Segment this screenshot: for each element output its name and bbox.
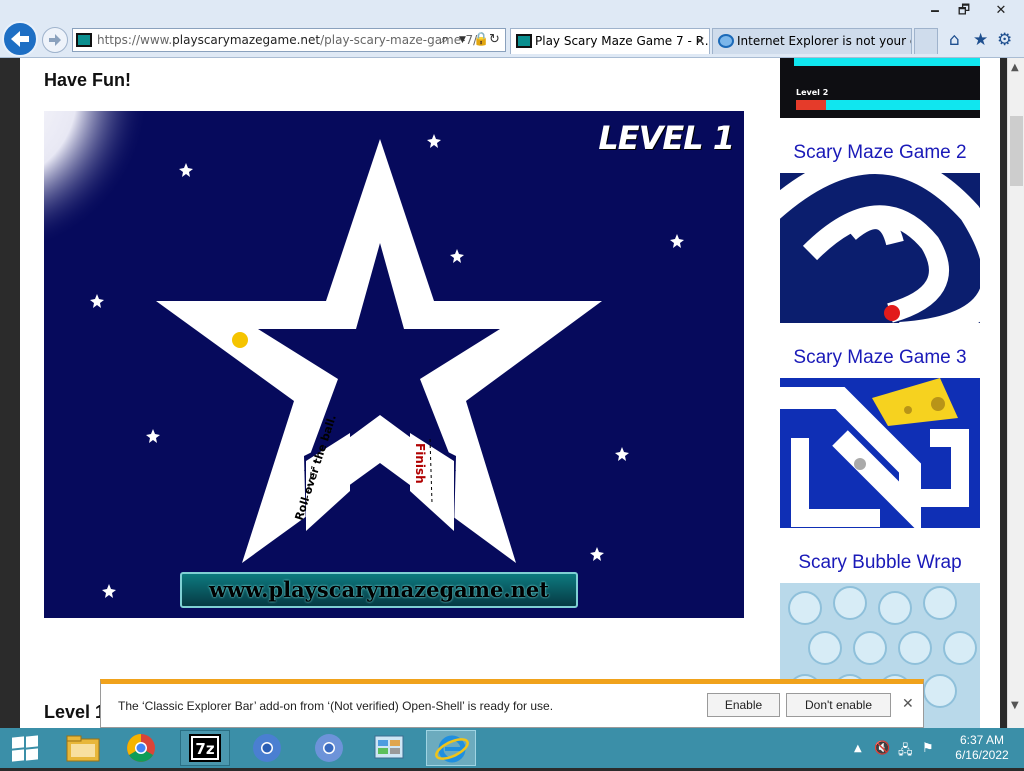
- svg-text:7z: 7z: [195, 740, 214, 758]
- favorites-star-icon[interactable]: ★: [973, 30, 988, 50]
- taskbar-file-explorer[interactable]: [58, 730, 108, 766]
- game-canvas[interactable]: Roll over the ball. Finish LEVEL 1 www.p…: [44, 111, 744, 618]
- home-icon[interactable]: ⌂: [949, 30, 960, 50]
- page-content: Have Fun! Roll over the ball. Finish LEV…: [20, 58, 1000, 728]
- thumbnail-scary-maze-game-3[interactable]: [780, 378, 980, 528]
- tab-label: Internet Explorer is not your de...: [737, 34, 911, 48]
- taskbar: 7z ▲ 🔇 🖧 ⚑ 6:37 AM 6/16/2022: [0, 728, 1024, 768]
- gear-icon[interactable]: ⚙: [997, 30, 1012, 50]
- arrow-left-icon: [11, 31, 29, 47]
- address-bar[interactable]: https://www.playscarymazegame.net/play-s…: [72, 28, 506, 52]
- clock-date: 6/16/2022: [955, 748, 1009, 762]
- notification-message: The ‘Classic Explorer Bar’ add-on from ‘…: [118, 699, 554, 713]
- back-button[interactable]: [2, 21, 38, 57]
- control-panel-icon: [374, 735, 404, 759]
- ie-favicon-icon: [718, 34, 734, 48]
- tab-ie-default[interactable]: Internet Explorer is not your de...: [712, 28, 912, 54]
- windows-logo-icon: [12, 736, 24, 749]
- tab-label: Play Scary Maze Game 7 - P...: [535, 34, 710, 48]
- level-label: LEVEL 1: [598, 119, 735, 157]
- enable-button[interactable]: Enable: [707, 693, 780, 717]
- chromium-icon: [253, 734, 281, 762]
- close-tab-icon[interactable]: ✕: [695, 29, 705, 53]
- thumbnail-scary-maze-game[interactable]: Level 2: [780, 58, 980, 118]
- finish-text: Finish: [413, 443, 427, 484]
- new-tab-button[interactable]: [914, 28, 938, 54]
- scroll-thumb[interactable]: [1010, 116, 1023, 186]
- volume-muted-icon[interactable]: 🔇: [874, 741, 890, 756]
- refresh-icon[interactable]: ↻: [489, 32, 500, 47]
- thumbnail-scary-maze-game-2[interactable]: [780, 173, 980, 323]
- page-scrollbar[interactable]: ▲ ▼: [1007, 58, 1024, 728]
- internet-explorer-icon: [435, 735, 469, 763]
- lock-icon[interactable]: 🔒: [473, 32, 489, 47]
- player-ball[interactable]: [232, 332, 248, 348]
- 7zip-icon: 7z: [189, 734, 221, 762]
- game-scene: Roll over the ball. Finish: [44, 111, 684, 598]
- link-scary-maze-game-3[interactable]: Scary Maze Game 3: [780, 347, 980, 369]
- scroll-down-icon[interactable]: ▼: [1011, 700, 1019, 711]
- sidebar: Level 2 Scary Maze Game 2 Scary Maze Gam…: [780, 58, 980, 728]
- taskbar-7zip[interactable]: 7z: [180, 730, 230, 766]
- folder-icon: [66, 735, 100, 762]
- addon-notification-bar: The ‘Classic Explorer Bar’ add-on from ‘…: [100, 679, 924, 728]
- action-center-flag-icon[interactable]: ⚑: [922, 741, 934, 756]
- link-scary-bubble-wrap[interactable]: Scary Bubble Wrap: [780, 552, 980, 574]
- chevron-down-icon[interactable]: ▼: [459, 35, 466, 45]
- site-banner[interactable]: www.playscarymazegame.net: [180, 572, 578, 608]
- taskbar-chromium[interactable]: [242, 730, 292, 766]
- dont-enable-button[interactable]: Don't enable: [786, 693, 891, 717]
- chrome-icon: [127, 734, 155, 762]
- moon: [44, 111, 149, 256]
- tab-scary-maze-game[interactable]: Play Scary Maze Game 7 - P... ✕: [510, 28, 710, 54]
- link-scary-maze-game-2[interactable]: Scary Maze Game 2: [780, 142, 980, 164]
- site-favicon-icon: [76, 33, 92, 47]
- thumbnail-label: Level 2: [796, 88, 829, 97]
- scroll-up-icon[interactable]: ▲: [1011, 62, 1019, 73]
- page-heading: Have Fun!: [44, 70, 132, 90]
- url-text[interactable]: https://www.playscarymazegame.net/play-s…: [97, 33, 477, 47]
- arrow-right-icon: [49, 34, 61, 46]
- start-button[interactable]: [4, 732, 44, 764]
- browser-chrome: 🗕 🗗 ✕ https://www.playscarymazegame.net/…: [0, 0, 1024, 58]
- forward-button[interactable]: [42, 27, 68, 53]
- site-favicon-icon: [516, 34, 532, 48]
- taskbar-chrome[interactable]: [116, 730, 166, 766]
- search-icon[interactable]: ⌕: [441, 32, 448, 47]
- clock-time: 6:37 AM: [959, 733, 1005, 747]
- show-hidden-icons-icon[interactable]: ▲: [854, 743, 862, 754]
- taskbar-chromium-2[interactable]: [304, 730, 354, 766]
- close-window-button[interactable]: ✕: [978, 0, 1024, 22]
- chromium-icon: [315, 734, 343, 762]
- page-viewport: Have Fun! Roll over the ball. Finish LEV…: [0, 58, 1007, 728]
- system-clock[interactable]: 6:37 AM 6/16/2022: [950, 733, 1014, 763]
- level-heading: Level 1: [44, 702, 106, 722]
- close-icon[interactable]: ✕: [902, 696, 914, 712]
- network-icon[interactable]: 🖧: [898, 741, 913, 763]
- taskbar-control-panel[interactable]: [364, 730, 414, 766]
- taskbar-internet-explorer[interactable]: [426, 730, 476, 766]
